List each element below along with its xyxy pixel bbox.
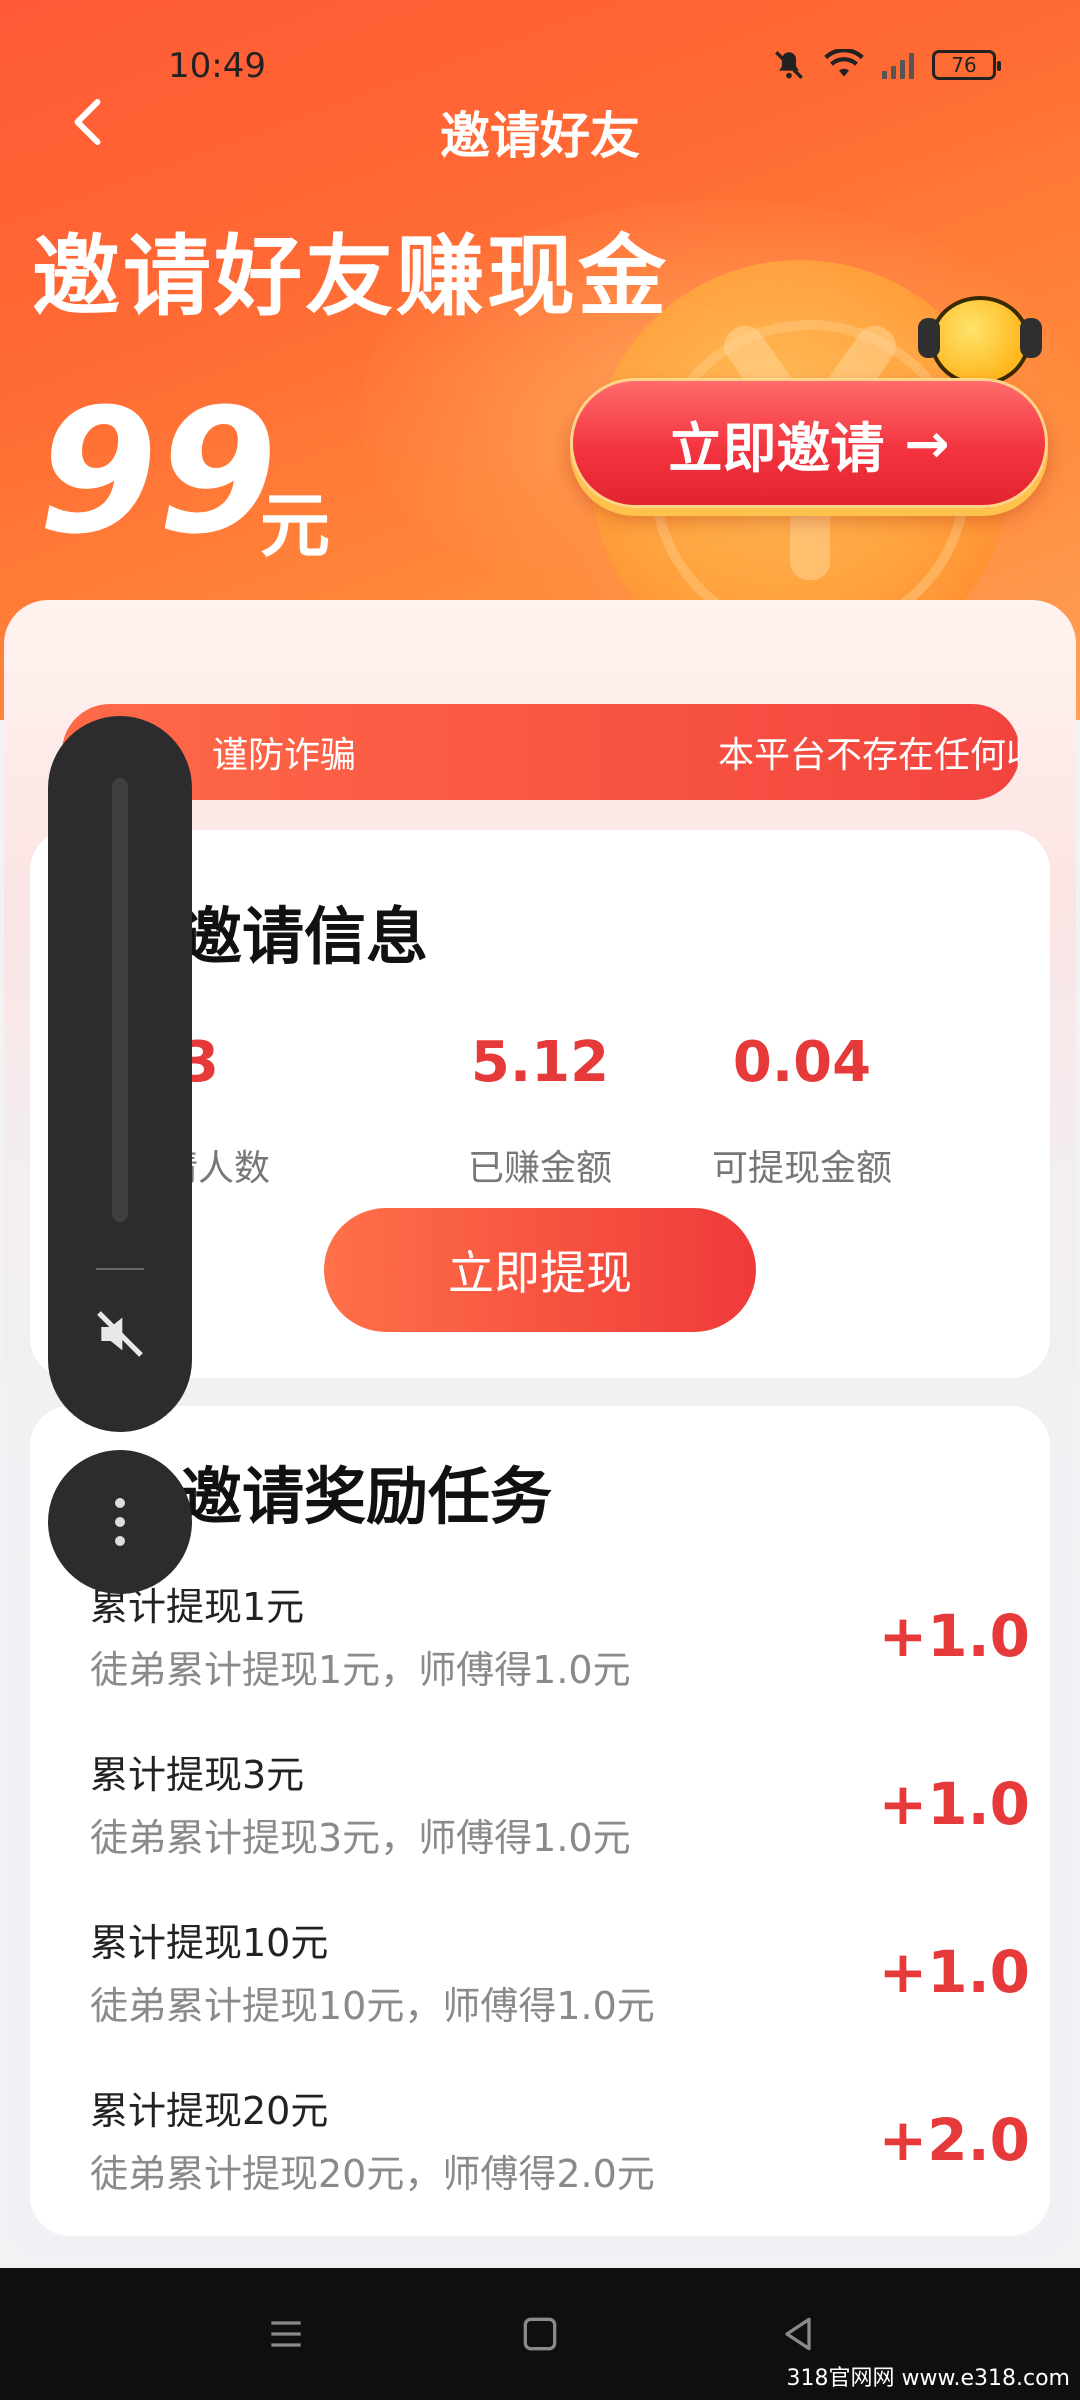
volume-slider[interactable] xyxy=(112,778,128,1222)
mute-bell-icon xyxy=(775,51,803,79)
stat-label: 可提现金额 xyxy=(711,1148,892,1189)
task-reward: +1.0 xyxy=(878,1602,1030,1670)
task-item: 累计提现20元 徒弟累计提现20元，师傅得2.0元 +2.0 xyxy=(90,2080,1030,2230)
task-item: 累计提现1元 徒弟累计提现1元，师傅得1.0元 +1.0 xyxy=(90,1576,1030,1726)
status-time: 10:49 xyxy=(168,46,266,86)
watermark: 318官网网 www.e318.com xyxy=(786,2366,1070,2391)
more-dots-icon xyxy=(115,1498,125,1546)
task-reward: +2.0 xyxy=(878,2106,1030,2174)
stat-value: 5.12 xyxy=(470,1030,610,1095)
arrow-right-icon: → xyxy=(904,411,950,475)
notice-label: 谨防诈骗 xyxy=(212,735,357,776)
notice-message: 本平台不存在任何收费 xyxy=(718,735,1020,776)
fraud-notice-bar: 谨防诈骗 本平台不存在任何收费 xyxy=(62,704,1020,800)
reward-amount: 99 xyxy=(38,371,278,572)
stat-value: 0.04 xyxy=(732,1030,872,1095)
invite-now-button[interactable]: 立即邀请 → xyxy=(570,378,1048,508)
stat-label: 已赚金额 xyxy=(467,1148,612,1189)
signal-icon xyxy=(882,51,914,79)
invite-info-title: 邀请信息 xyxy=(180,900,429,973)
invite-now-label: 立即邀请 xyxy=(668,416,885,480)
volume-mute-icon[interactable] xyxy=(92,1306,148,1362)
menu-icon[interactable] xyxy=(264,2312,308,2356)
task-item: 累计提现3元 徒弟累计提现3元，师傅得1.0元 +1.0 xyxy=(90,1744,1030,1894)
status-icons: 76 xyxy=(772,48,1001,82)
system-nav-bar: 318官网网 www.e318.com xyxy=(0,2268,1080,2400)
home-icon[interactable] xyxy=(518,2312,562,2356)
more-options-button[interactable] xyxy=(48,1450,192,1594)
hero-title: 邀请好友赚现金 xyxy=(32,225,670,328)
stat-withdrawable: 0.04 可提现金额 xyxy=(652,1030,952,1191)
battery-icon: 76 xyxy=(932,50,1001,80)
page-title: 邀请好友 xyxy=(440,107,640,165)
reward-unit: 元 xyxy=(260,485,330,567)
volume-panel xyxy=(48,716,192,1432)
task-reward: +1.0 xyxy=(878,1770,1030,1838)
mascot-icon xyxy=(918,296,1042,386)
stat-earned: 5.12 已赚金额 xyxy=(390,1030,690,1191)
task-item: 累计提现10元 徒弟累计提现10元，师傅得1.0元 +1.0 xyxy=(90,1912,1030,2062)
reward-tasks-title: 邀请奖励任务 xyxy=(180,1460,553,1533)
volume-divider xyxy=(96,1268,144,1270)
withdraw-now-button[interactable]: 立即提现 xyxy=(324,1208,756,1332)
wifi-icon xyxy=(824,49,864,77)
back-triangle-icon[interactable] xyxy=(776,2312,820,2356)
task-reward: +1.0 xyxy=(878,1938,1030,2006)
